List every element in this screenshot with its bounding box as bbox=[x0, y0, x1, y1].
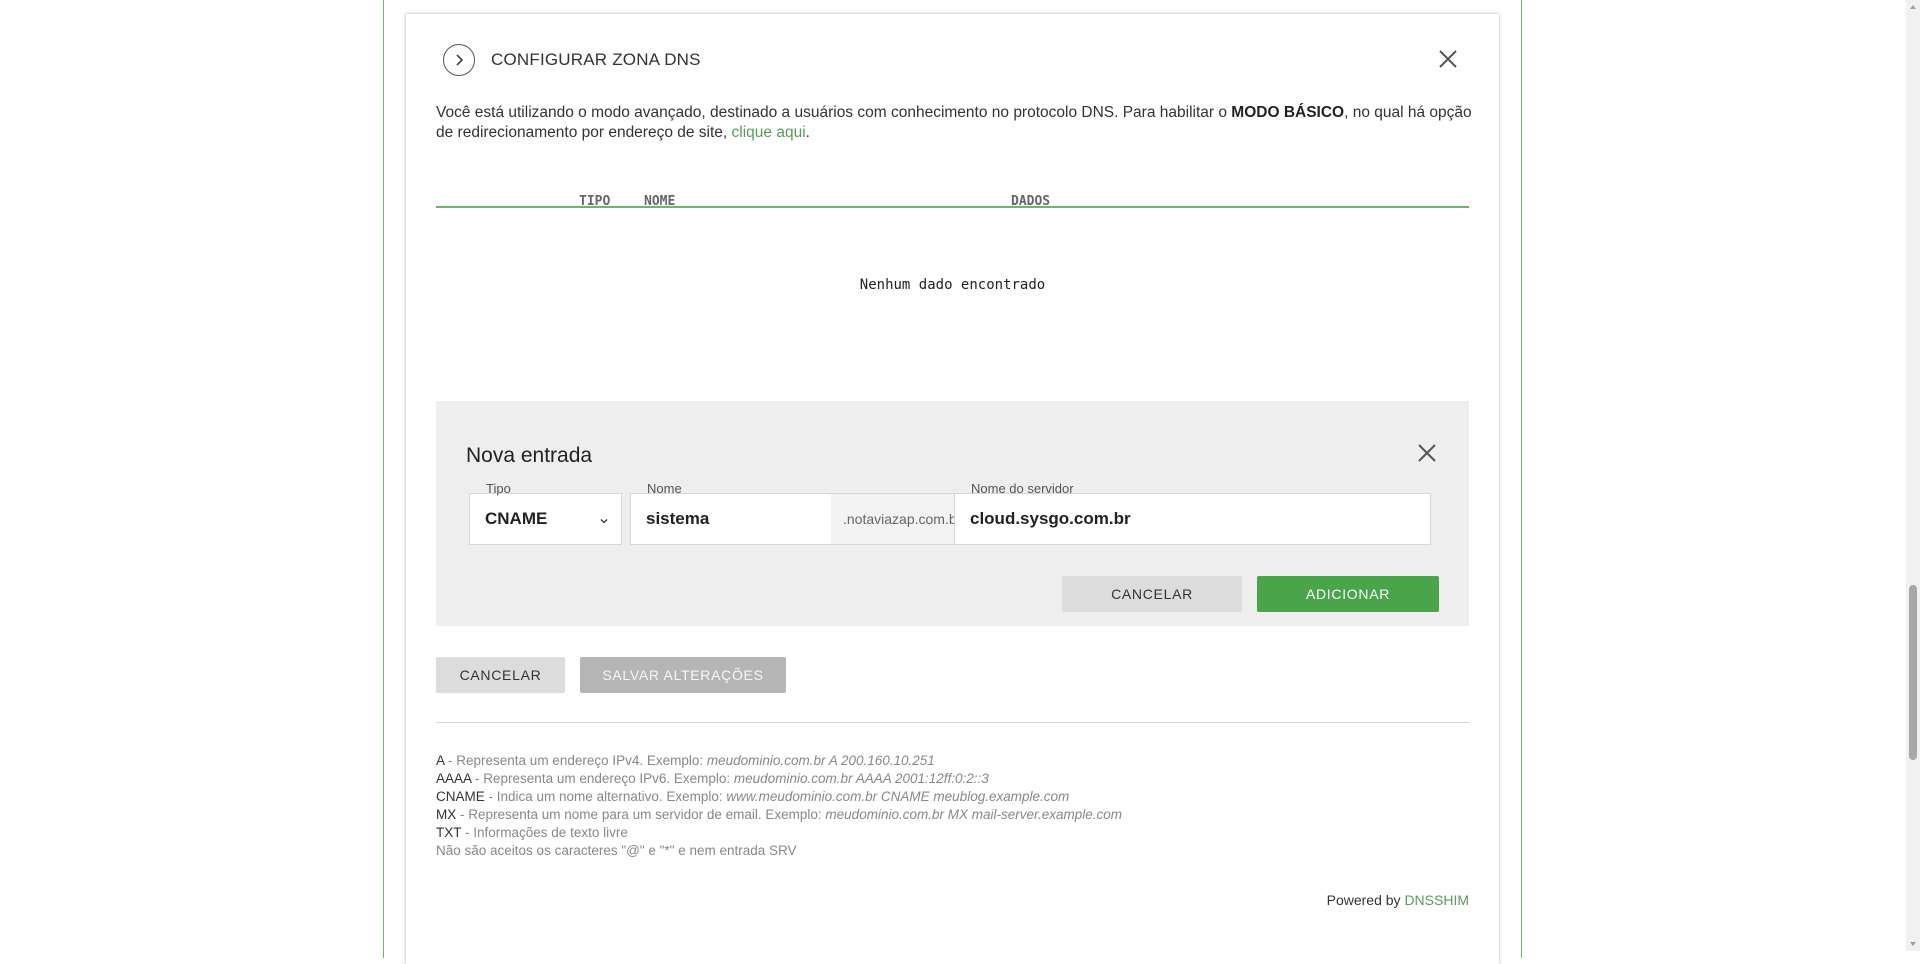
modal-header: CONFIGURAR ZONA DNS bbox=[406, 44, 1499, 80]
empty-table-message: Nenhum dado encontrado bbox=[859, 277, 1046, 293]
basic-mode-label: MODO BÁSICO bbox=[1231, 104, 1345, 121]
chevron-down-icon bbox=[600, 519, 608, 524]
page-scrollbar[interactable] bbox=[1906, 0, 1920, 951]
legend-item: TXT - Informações de texto livre bbox=[436, 825, 628, 840]
new-entry-panel: Nova entrada Tipo CNAME Nome sistema .no… bbox=[436, 401, 1469, 626]
scroll-down-icon[interactable] bbox=[1909, 940, 1917, 948]
legend-item: CNAME - Indica um nome alternativo. Exem… bbox=[436, 789, 1070, 804]
close-icon[interactable] bbox=[1437, 48, 1459, 70]
powered-by-text: Powered by bbox=[1326, 892, 1405, 908]
tipo-value: CNAME bbox=[485, 509, 548, 528]
server-name-input[interactable]: Nome do servidor cloud.sysgo.com.br bbox=[954, 481, 1431, 545]
save-changes-button[interactable]: SALVAR ALTERAÇÕES bbox=[580, 657, 786, 693]
add-entry-button[interactable]: ADICIONAR bbox=[1257, 576, 1439, 612]
nome-input[interactable]: Nome sistema bbox=[630, 481, 832, 545]
divider bbox=[436, 722, 1469, 723]
nome-label: Nome bbox=[647, 481, 682, 496]
new-entry-title: Nova entrada bbox=[466, 444, 593, 467]
dnsshim-link[interactable]: DNSSHIM bbox=[1404, 892, 1469, 908]
column-header-tipo[interactable]: TIPO bbox=[579, 194, 610, 209]
cancel-button[interactable]: CANCELAR bbox=[436, 657, 565, 693]
modal-title: CONFIGURAR ZONA DNS bbox=[491, 50, 701, 69]
domain-suffix: .notaviazap.com.br bbox=[831, 493, 970, 545]
tipo-label: Tipo bbox=[486, 481, 511, 496]
nome-value: sistema bbox=[646, 509, 710, 528]
tipo-select[interactable]: Tipo CNAME bbox=[469, 481, 622, 545]
cancel-entry-button[interactable]: CANCELAR bbox=[1062, 576, 1242, 612]
click-here-link[interactable]: clique aqui bbox=[732, 124, 806, 141]
powered-by: Powered by DNSSHIM bbox=[1327, 892, 1469, 908]
scrollbar-thumb[interactable] bbox=[1909, 585, 1917, 760]
server-name-value: cloud.sysgo.com.br bbox=[970, 509, 1131, 528]
legend-item: MX - Representa um nome para um servidor… bbox=[436, 807, 1123, 822]
scroll-up-icon[interactable] bbox=[1909, 3, 1917, 11]
legend-item: A - Representa um endereço IPv4. Exemplo… bbox=[436, 753, 935, 768]
close-icon[interactable] bbox=[1417, 443, 1437, 463]
legend-note: Não são aceitos os caracteres "@" e "*" … bbox=[436, 843, 797, 858]
record-types-legend: A - Representa um endereço IPv4. Exemplo… bbox=[436, 752, 1122, 860]
column-header-nome[interactable]: NOME bbox=[644, 194, 675, 209]
intro-end: . bbox=[805, 124, 810, 141]
chevron-right-icon[interactable] bbox=[443, 44, 475, 76]
records-table-header: TIPO NOME DADOS bbox=[436, 176, 1469, 209]
intro-text: Você está utilizando o modo avançado, de… bbox=[436, 104, 1232, 121]
mode-description: Você está utilizando o modo avançado, de… bbox=[436, 103, 1476, 143]
dns-zone-modal: CONFIGURAR ZONA DNS Você está utilizando… bbox=[406, 14, 1499, 964]
server-name-label: Nome do servidor bbox=[971, 481, 1074, 496]
column-header-dados[interactable]: DADOS bbox=[1011, 194, 1050, 209]
legend-item: AAAA - Representa um endereço IPv6. Exem… bbox=[436, 771, 989, 786]
